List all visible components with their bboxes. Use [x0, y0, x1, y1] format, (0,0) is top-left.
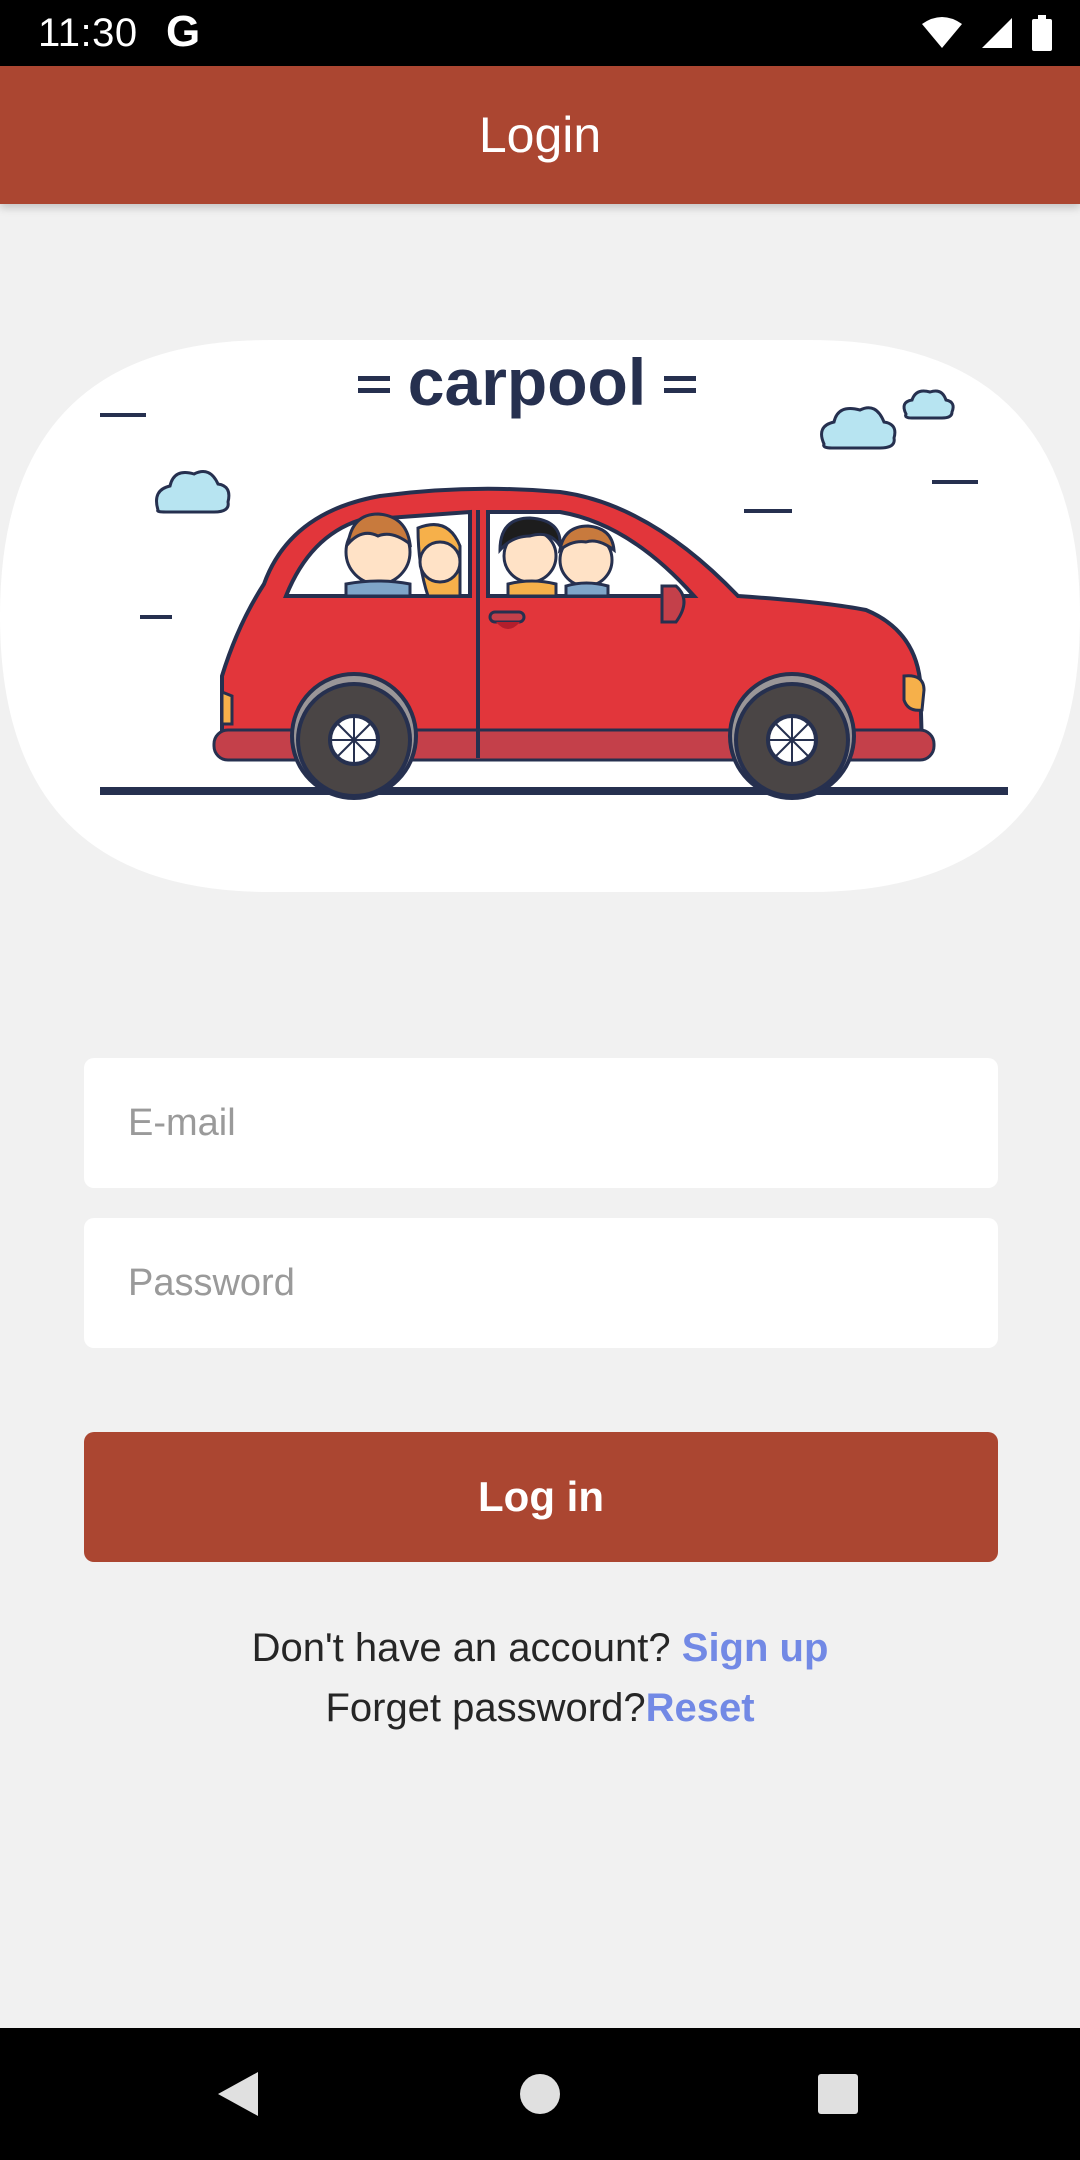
cell-signal-icon — [982, 18, 1012, 48]
battery-icon — [1032, 15, 1052, 51]
signup-prompt: Don't have an account? — [251, 1626, 671, 1670]
signup-line: Don't have an account? Sign up — [0, 1620, 1080, 1676]
carpool-illustration: carpool — [0, 340, 1080, 892]
wifi-icon — [922, 17, 962, 48]
login-button-label: Log in — [478, 1473, 604, 1520]
back-icon[interactable] — [218, 2072, 258, 2116]
email-placeholder: E-mail — [128, 1101, 236, 1144]
sign-up-link[interactable]: Sign up — [682, 1626, 829, 1670]
carpool-logo: carpool — [358, 345, 696, 419]
password-placeholder: Password — [128, 1261, 295, 1304]
recent-apps-icon[interactable] — [818, 2074, 858, 2114]
status-bar: 11:30 G — [0, 0, 1080, 66]
reset-prompt: Forget password? — [325, 1686, 646, 1730]
google-notification-icon: G — [166, 7, 201, 56]
page-title: Login — [478, 107, 602, 163]
reset-link[interactable]: Reset — [646, 1686, 755, 1730]
wheel — [728, 672, 856, 800]
wheel — [290, 672, 418, 800]
reset-line: Forget password?Reset — [0, 1680, 1080, 1736]
app-bar: Login — [0, 66, 1080, 204]
system-navigation-bar — [0, 2028, 1080, 2160]
status-time: 11:30 — [38, 11, 138, 55]
home-icon[interactable] — [520, 2074, 560, 2114]
login-button[interactable]: Log in — [84, 1432, 998, 1562]
status-icons — [922, 12, 1052, 54]
email-field[interactable]: E-mail — [84, 1058, 998, 1188]
password-field[interactable]: Password — [84, 1218, 998, 1348]
carpool-logo-text: carpool — [408, 345, 646, 419]
